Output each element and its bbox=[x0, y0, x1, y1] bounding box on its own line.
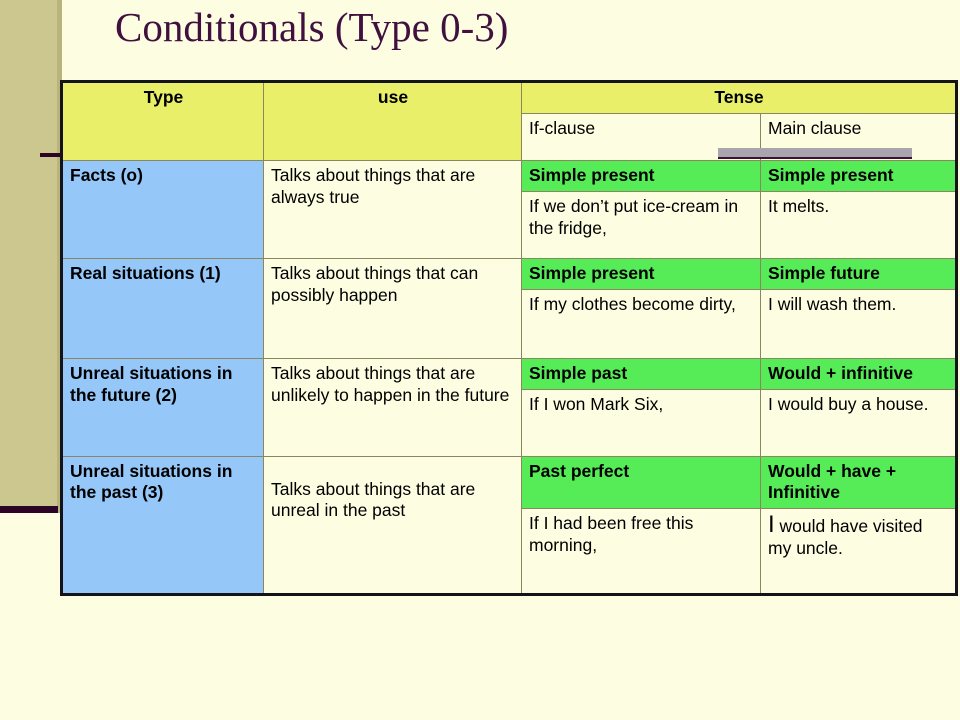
overlay-highlight-bar bbox=[718, 148, 912, 159]
row-main-tense: Simple future bbox=[760, 257, 957, 290]
row-use-text: Talks about things that are unlikely to … bbox=[263, 357, 522, 457]
header-cell-tense: Tense bbox=[521, 81, 957, 114]
row-main-tense: Simple present bbox=[760, 159, 957, 192]
row-main-example: I would have visited my uncle. bbox=[760, 508, 957, 596]
row-main-example: It melts. bbox=[760, 190, 957, 259]
decorative-accent-line-top bbox=[40, 153, 62, 157]
header-cell-use: use bbox=[263, 81, 522, 161]
row-main-example-rest: would have visited my uncle. bbox=[768, 516, 923, 559]
header-cell-type: Type bbox=[61, 81, 264, 161]
row-type-label: Real situations (1) bbox=[61, 257, 264, 359]
row-type-label: Facts (o) bbox=[61, 159, 264, 259]
row-main-tense: Would + have + Infinitive bbox=[760, 455, 957, 510]
row-if-tense: Past perfect bbox=[521, 455, 761, 510]
row-main-example: I will wash them. bbox=[760, 288, 957, 359]
row-if-tense: Simple present bbox=[521, 159, 761, 192]
decorative-accent-line-bottom bbox=[0, 506, 58, 513]
row-main-example-lead: I bbox=[768, 511, 775, 539]
table-row: Facts (o) Talks about things that are al… bbox=[61, 159, 957, 259]
row-if-tense: Simple past bbox=[521, 357, 761, 390]
page-title: Conditionals (Type 0-3) bbox=[115, 4, 509, 50]
row-type-label: Unreal situations in the past (3) bbox=[61, 455, 264, 596]
table-row: Real situations (1) Talks about things t… bbox=[61, 257, 957, 359]
row-use-text: Talks about things that can possibly hap… bbox=[263, 257, 522, 359]
row-main-example: I would buy a house. bbox=[760, 388, 957, 457]
table-header-row: Type use Tense bbox=[61, 81, 957, 161]
row-if-example: If I won Mark Six, bbox=[521, 388, 761, 457]
row-if-example: If we don’t put ice-cream in the fridge, bbox=[521, 190, 761, 259]
row-use-text: Talks about things that are unreal in th… bbox=[263, 455, 522, 596]
row-main-tense: Would + infinitive bbox=[760, 357, 957, 390]
row-type-label: Unreal situations in the future (2) bbox=[61, 357, 264, 457]
row-if-tense: Simple present bbox=[521, 257, 761, 290]
table-row: Unreal situations in the future (2) Talk… bbox=[61, 357, 957, 457]
decorative-left-band bbox=[0, 0, 62, 513]
table-row: Unreal situations in the past (3) Talks … bbox=[61, 455, 957, 596]
row-use-text: Talks about things that are always true bbox=[263, 159, 522, 259]
row-if-example: If my clothes become dirty, bbox=[521, 288, 761, 359]
row-if-example: If I had been free this morning, bbox=[521, 508, 761, 596]
